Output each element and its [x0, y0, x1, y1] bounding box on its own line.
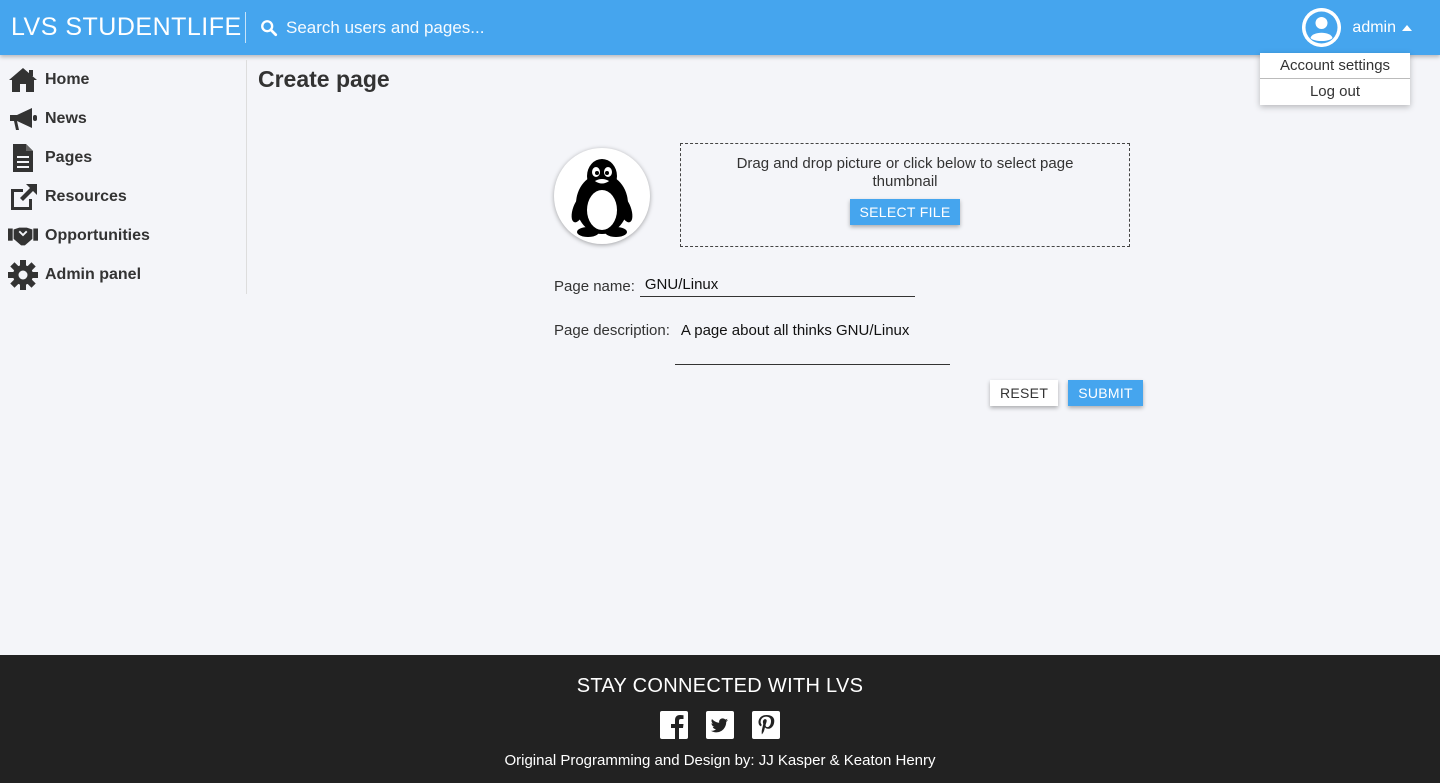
sidebar-item-label: News: [45, 109, 87, 127]
caret-up-icon[interactable]: [1402, 24, 1412, 31]
sidebar-item-opportunities[interactable]: Opportunities: [0, 216, 246, 255]
page-description-label: Page description:: [554, 322, 670, 339]
handshake-icon: [8, 221, 38, 251]
sidebar-item-resources[interactable]: Resources: [0, 177, 246, 216]
page-title: Create page: [258, 66, 390, 92]
menu-item-log-out[interactable]: Log out: [1260, 79, 1410, 105]
sidebar-item-pages[interactable]: Pages: [0, 138, 246, 177]
search-icon: [261, 19, 278, 36]
sidebar-item-news[interactable]: News: [0, 99, 246, 138]
brand-title[interactable]: LVS STUDENTLIFE: [0, 12, 246, 43]
search-input[interactable]: [286, 17, 846, 38]
select-file-button[interactable]: SELECT FILE: [849, 199, 961, 225]
reset-button[interactable]: RESET: [990, 380, 1059, 406]
avatar[interactable]: [1302, 8, 1342, 47]
home-icon: [8, 65, 38, 95]
megaphone-icon: [8, 104, 38, 134]
top-bar: LVS STUDENTLIFE admin: [0, 0, 1440, 55]
gear-icon: [8, 259, 38, 290]
sidebar-item-label: Pages: [45, 148, 93, 166]
footer-credit: Original Programming and Design by: JJ K…: [504, 752, 936, 769]
sidebar-item-label: Resources: [45, 187, 127, 205]
sidebar-item-admin-panel[interactable]: Admin panel: [0, 255, 246, 294]
user-avatar-icon: [1302, 8, 1342, 47]
sidebar-item-home[interactable]: Home: [0, 60, 246, 99]
sidebar-item-label: Opportunities: [45, 226, 150, 244]
tux-penguin-icon: [571, 159, 633, 237]
thumbnail-dropzone[interactable]: Drag and drop picture or click below to …: [680, 143, 1130, 247]
facebook-icon[interactable]: [659, 710, 689, 740]
sidebar-item-label: Admin panel: [45, 265, 142, 283]
sidebar: Home News Pages Resources Opportunities: [0, 60, 247, 294]
form-actions: RESET SUBMIT: [990, 380, 1153, 406]
submit-button[interactable]: SUBMIT: [1068, 380, 1143, 406]
menu-item-account-settings[interactable]: Account settings: [1260, 53, 1410, 79]
external-link-icon: [8, 182, 38, 212]
sidebar-item-label: Home: [45, 70, 90, 88]
document-icon: [8, 143, 38, 173]
pinterest-icon[interactable]: [751, 710, 781, 740]
user-dropdown-menu: Account settings Log out: [1260, 53, 1410, 105]
page-name-input[interactable]: [639, 273, 915, 297]
page-name-label: Page name:: [554, 278, 635, 295]
username[interactable]: admin: [1352, 19, 1396, 37]
dropzone-instructions: Drag and drop picture or click below to …: [736, 155, 1074, 190]
page-name-field: Page name:: [554, 273, 915, 297]
search-bar[interactable]: [260, 13, 860, 43]
page-description-field: Page description: A page about all think…: [554, 322, 950, 365]
footer: STAY CONNECTED WITH LVS Original Program…: [0, 655, 1440, 783]
page-description-input[interactable]: A page about all thinks GNU/Linux: [674, 322, 950, 365]
twitter-icon[interactable]: [705, 710, 735, 740]
footer-heading: STAY CONNECTED WITH LVS: [576, 675, 864, 697]
user-menu-toggle[interactable]: admin: [1302, 8, 1412, 47]
social-links: [0, 710, 1440, 740]
page-thumbnail: [554, 148, 650, 244]
